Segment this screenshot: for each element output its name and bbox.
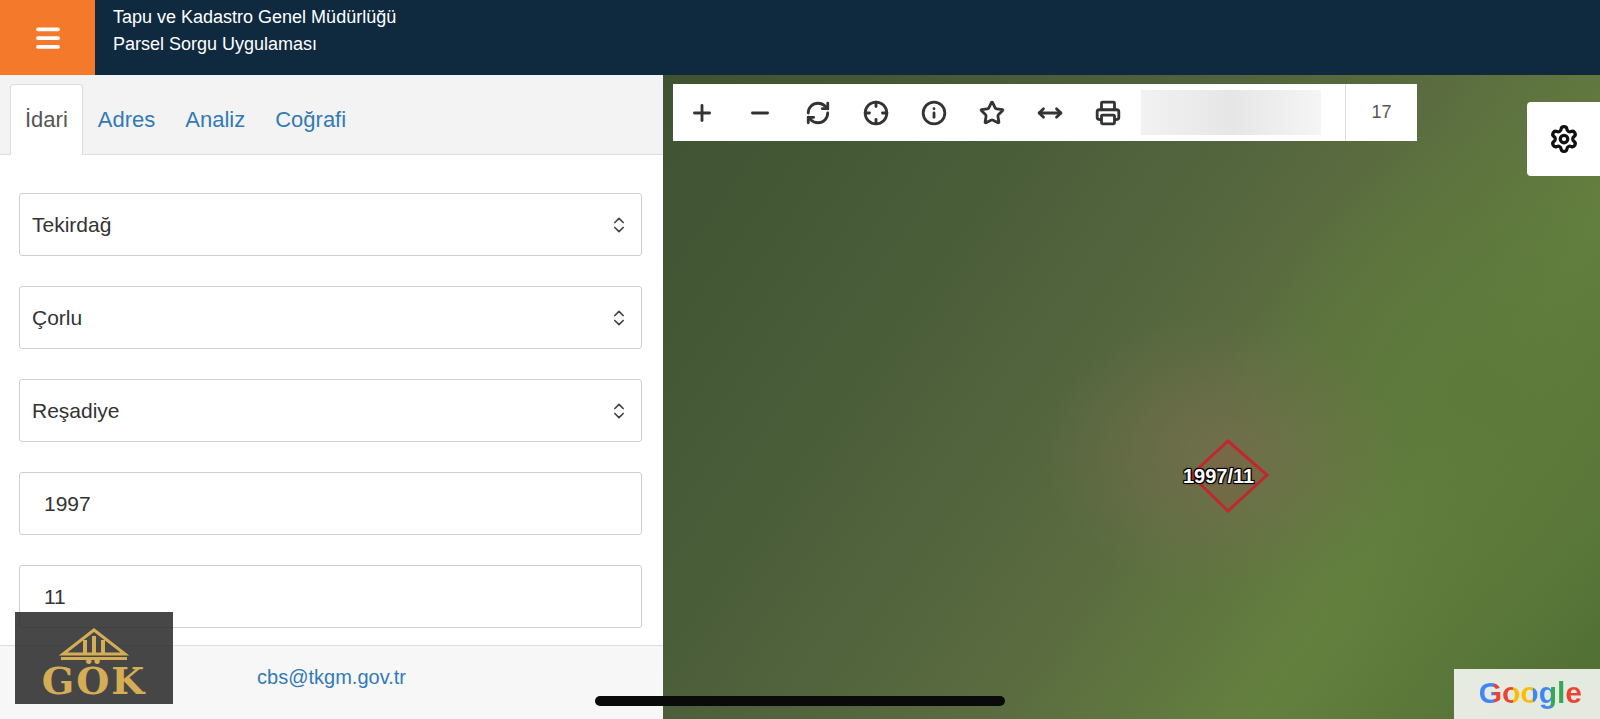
map-tool-button[interactable] bbox=[731, 84, 789, 141]
zoom-out-icon bbox=[747, 100, 773, 126]
map-tool-button[interactable] bbox=[789, 84, 847, 141]
select-field[interactable]: Tekirdağ bbox=[19, 193, 642, 256]
tab[interactable]: İdari bbox=[10, 84, 83, 155]
zoom-in-icon bbox=[689, 100, 715, 126]
app: Tapu ve Kadastro Genel MüdürlüğüParsel S… bbox=[0, 0, 1600, 719]
tab-bar: İdariAdresAnalizCoğrafi bbox=[0, 75, 663, 155]
map-attribution: Google bbox=[1473, 674, 1588, 711]
parcel-label: 1997/11 bbox=[1183, 465, 1254, 488]
menu-button[interactable] bbox=[0, 0, 95, 75]
refresh-icon bbox=[805, 100, 831, 126]
select-field[interactable]: Reşadiye bbox=[19, 379, 642, 442]
title-block: Tapu ve Kadastro Genel MüdürlüğüParsel S… bbox=[95, 0, 396, 75]
email-link[interactable]: cbs@tkgm.gov.tr bbox=[257, 666, 406, 689]
tab[interactable]: Analiz bbox=[170, 84, 260, 155]
field-value: Çorlu bbox=[32, 306, 82, 330]
print-icon bbox=[1095, 100, 1121, 126]
app-title: Tapu ve Kadastro Genel Müdürlüğü bbox=[113, 4, 396, 31]
map-tool-button[interactable] bbox=[673, 84, 731, 141]
map-tool-button[interactable] bbox=[963, 84, 1021, 141]
tab[interactable]: Coğrafi bbox=[260, 84, 361, 155]
map-tool-button[interactable] bbox=[847, 84, 905, 141]
body: İdariAdresAnalizCoğrafi Tekirdağ Çorlu Reşa… bbox=[0, 75, 1600, 719]
settings-button[interactable] bbox=[1527, 102, 1600, 176]
tab[interactable]: Adres bbox=[83, 84, 170, 155]
map-tool-button[interactable] bbox=[1021, 84, 1079, 141]
text-field[interactable]: 1997 bbox=[19, 472, 642, 535]
favorite-icon bbox=[979, 100, 1005, 126]
chevrons-icon bbox=[609, 401, 629, 421]
field-value: 11 bbox=[44, 585, 66, 609]
locate-icon bbox=[863, 100, 889, 126]
emblem-icon bbox=[59, 628, 129, 662]
map-tool-button[interactable] bbox=[1079, 84, 1137, 141]
header: Tapu ve Kadastro Genel MüdürlüğüParsel S… bbox=[0, 0, 1600, 75]
info-icon bbox=[921, 100, 947, 126]
map-tool-button[interactable] bbox=[905, 84, 963, 141]
map-search-field[interactable] bbox=[1141, 90, 1321, 135]
map-toolbar: 17 bbox=[673, 84, 1417, 141]
field-value: Tekirdağ bbox=[32, 213, 111, 237]
home-indicator bbox=[595, 696, 1005, 706]
field-value: Reşadiye bbox=[32, 399, 120, 423]
query-fields: Tekirdağ Çorlu Reşadiye 1997 11 bbox=[0, 155, 663, 645]
watermark-logo: GÖK bbox=[15, 612, 173, 704]
hamburger-icon bbox=[33, 23, 63, 53]
map[interactable]: 17 1997/11 Google bbox=[663, 75, 1600, 719]
select-field[interactable]: Çorlu bbox=[19, 286, 642, 349]
chevrons-icon bbox=[609, 308, 629, 328]
zoom-level: 17 bbox=[1345, 84, 1417, 141]
field-value: 1997 bbox=[44, 492, 91, 516]
measure-icon bbox=[1037, 100, 1063, 126]
logo-text: GÖK bbox=[42, 662, 147, 700]
chevrons-icon bbox=[609, 215, 629, 235]
gear-icon bbox=[1549, 124, 1579, 154]
app-subtitle: Parsel Sorgu Uygulaması bbox=[113, 31, 396, 58]
